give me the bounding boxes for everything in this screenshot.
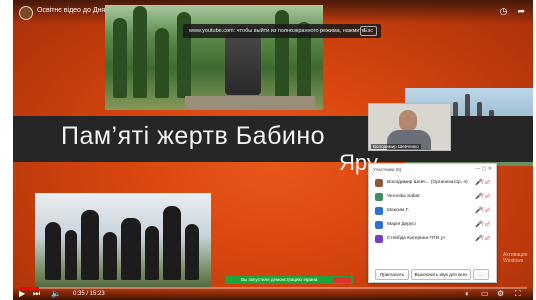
subtitles-icon[interactable]: ▭ <box>481 290 489 298</box>
speaker-video-tile[interactable]: Володимир Шевченко <box>368 103 451 151</box>
fullscreen-notice-text: www.youtube.com: чтобы выйти из полноэкр… <box>189 28 365 34</box>
settings-icon[interactable]: ⚙ <box>497 290 504 298</box>
autoplay-icon[interactable]: ◐ <box>465 290 470 298</box>
watch-later-icon[interactable]: ◷ <box>500 6 508 16</box>
share-bar-text: Вы запустили демонстрацию экрана <box>241 277 318 282</box>
esc-key-hint: Esc <box>359 26 377 36</box>
invite-button[interactable]: Пригласить <box>375 269 409 280</box>
window-controls[interactable]: — ▢ ✕ <box>475 166 492 172</box>
windows-watermark: Активация Windows <box>503 252 528 264</box>
participant-row[interactable]: Максим Г. 🎤̸ ▭̸ <box>373 206 492 217</box>
speaker-name: Володимир Шевченко <box>371 144 421 149</box>
participant-row[interactable]: Veronika Sabat 🎤̸ ▭̸ <box>373 192 492 203</box>
participant-muted-icons[interactable]: 🎤̸ ▭̸ <box>475 235 490 242</box>
video-frame[interactable]: Освітнє відео до Дня пам'яті жертв Бабин… <box>13 0 533 300</box>
play-icon[interactable]: ▶ <box>19 290 25 298</box>
participant-avatar <box>375 179 383 187</box>
speaker-head <box>399 110 417 132</box>
memorial-sculpture-photo <box>35 193 211 288</box>
participant-muted-icons[interactable]: 🎤̸ ▭̸ <box>475 221 490 228</box>
participant-name: Володимир Шевч... (Организатор, я) <box>387 180 468 185</box>
next-icon[interactable]: ⏭ <box>33 290 40 298</box>
panel-title: Участники (5) <box>373 167 402 172</box>
top-icons: ◷ ➦ <box>490 6 525 17</box>
slide-title: Пам’яті жертв Бабино <box>61 122 326 150</box>
participant-row[interactable]: Марія Дерусі 🎤̸ ▭̸ <box>373 220 492 231</box>
participant-muted-icons[interactable]: 🎤̸ ▭̸ <box>475 179 490 186</box>
fullscreen-exit-notice: www.youtube.com: чтобы выйти из полноэкр… <box>183 24 381 38</box>
participant-row[interactable]: Володимир Шевч... (Организатор, я) 🎤̸ ▭̸ <box>373 178 492 189</box>
progress-bar[interactable] <box>19 287 527 289</box>
stop-share-button[interactable] <box>333 277 351 283</box>
mute-all-button[interactable]: Выключить звук для всех <box>411 269 471 280</box>
participant-avatar <box>375 235 383 243</box>
park-statue-photo <box>105 5 323 110</box>
participant-avatar <box>375 207 383 215</box>
volume-icon[interactable]: 🔈 <box>51 290 61 298</box>
participant-muted-icons[interactable]: 🎤̸ ▭̸ <box>475 207 490 214</box>
participant-name: Стейбда Катерина ПТИ ут <box>387 236 446 241</box>
time-display: 0:35 / 15:23 <box>73 291 105 297</box>
screen-share-bar[interactable]: Вы запустили демонстрацию экрана <box>225 276 353 284</box>
participant-muted-icons[interactable]: 🎤̸ ▭̸ <box>475 193 490 200</box>
participant-row[interactable]: Стейбда Катерина ПТИ ут 🎤̸ ▭̸ <box>373 234 492 245</box>
participant-avatar <box>375 193 383 201</box>
participant-name: Марія Дерусі <box>387 222 416 227</box>
fullscreen-icon[interactable]: ⛶ <box>515 290 521 298</box>
participants-panel[interactable]: Участники (5) — ▢ ✕ Володимир Шевч... (О… <box>368 163 497 283</box>
channel-avatar[interactable] <box>19 6 33 20</box>
more-button[interactable]: ... <box>473 269 489 280</box>
participant-name: Максим Г. <box>387 208 409 213</box>
participant-name: Veronika Sabat <box>387 194 420 199</box>
share-icon[interactable]: ➦ <box>517 6 525 16</box>
participant-avatar <box>375 221 383 229</box>
